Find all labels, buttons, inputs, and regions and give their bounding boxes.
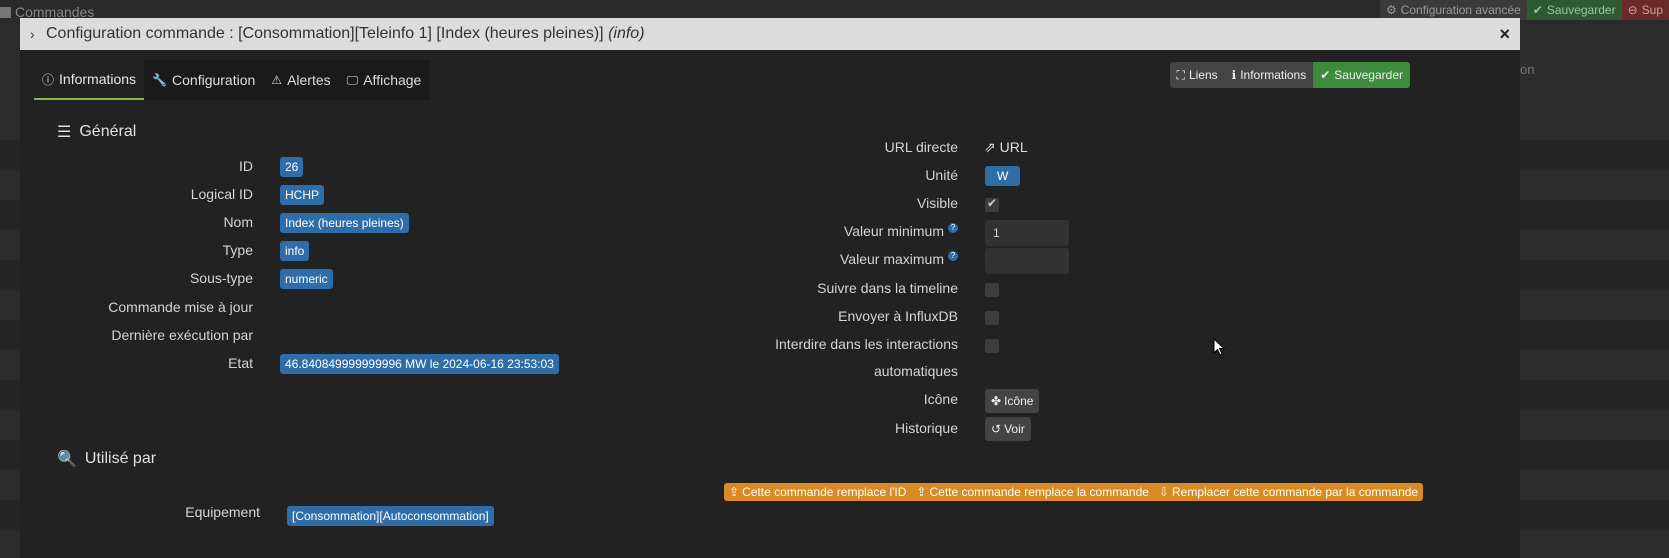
- save-button[interactable]: ✔ Sauvegarder: [1313, 62, 1410, 88]
- equipment-label: Equipement: [185, 504, 260, 520]
- type-label: Type: [222, 242, 253, 258]
- used-by-section-title: 🔍 Utilisé par: [57, 450, 157, 468]
- modal-title: Configuration commande : [Consommation][…: [46, 25, 645, 42]
- background-delete-button[interactable]: ⊖ Sup: [1621, 0, 1669, 20]
- check-circle-icon: ✔: [1532, 3, 1543, 17]
- tab-informations[interactable]: ⓘ Informations: [34, 60, 145, 100]
- tab-bar: ⓘ Informations 🔧 Configuration ⚠ Alertes 🖵 A…: [34, 60, 430, 100]
- subtype-value: numeric: [280, 269, 333, 289]
- replace-by-button[interactable]: ⇩ Remplacer cette commande par la command…: [1153, 483, 1424, 501]
- interactions-label-line1: Interdire dans les interactions: [775, 336, 958, 352]
- visible-label: Visible: [917, 195, 958, 211]
- replace-button-group: ⇪ Cette commande remplace l'ID ⇪ Cette com…: [724, 483, 1424, 501]
- type-value: info: [280, 241, 310, 261]
- url-label: URL directe: [884, 139, 958, 155]
- id-label: ID: [239, 158, 253, 174]
- upload-icon: ⇪: [916, 485, 927, 499]
- subtype-label: Sous-type: [189, 270, 253, 286]
- chevron-right-icon[interactable]: ›: [30, 26, 40, 42]
- influxdb-label: Envoyer à InfluxDB: [838, 308, 958, 324]
- replace-id-button[interactable]: ⇪ Cette commande remplace l'ID: [724, 483, 912, 501]
- external-link-icon: ⇗: [984, 139, 996, 155]
- influxdb-checkbox[interactable]: [985, 311, 999, 325]
- unit-label: Unité: [925, 167, 958, 183]
- links-button[interactable]: ⛶ Liens: [1169, 62, 1225, 88]
- tab-alertes[interactable]: ⚠ Alertes: [263, 60, 339, 100]
- timeline-checkbox[interactable]: [985, 283, 999, 297]
- background-save-button[interactable]: ✔ Sauvegarder: [1526, 0, 1622, 20]
- unit-value[interactable]: W: [985, 166, 1021, 186]
- info-circle-icon: ⓘ: [42, 72, 55, 87]
- logical-id-label: Logical ID: [190, 186, 253, 202]
- max-value-input[interactable]: [985, 248, 1069, 274]
- upload-icon: ⇪: [729, 485, 740, 499]
- url-link[interactable]: ⇗ URL: [984, 139, 1028, 156]
- logical-id-value: HCHP: [280, 185, 325, 205]
- history-icon: ↺: [991, 422, 1002, 436]
- list-alt-icon: ☰: [57, 124, 72, 141]
- close-icon[interactable]: ×: [1499, 24, 1510, 45]
- timeline-label: Suivre dans la timeline: [817, 280, 958, 296]
- history-view-button[interactable]: ↺ Voir: [985, 417, 1031, 441]
- advanced-config-button[interactable]: ⚙ Configuration avancée: [1379, 0, 1527, 20]
- min-value-label: Valeur minimum?: [660, 223, 958, 239]
- general-section-title: ☰ Général: [57, 123, 137, 141]
- min-value-input[interactable]: 1: [985, 220, 1069, 246]
- history-label: Historique: [894, 420, 958, 436]
- replace-command-button[interactable]: ⇪ Cette commande remplace la commande: [911, 483, 1154, 501]
- mouse-cursor-icon: [1213, 338, 1225, 356]
- id-value: 26: [280, 157, 304, 177]
- tab-affichage[interactable]: 🖵 Affichage: [338, 60, 430, 100]
- visible-checkbox[interactable]: [985, 196, 999, 212]
- last-execution-label: Dernière exécution par: [111, 327, 253, 343]
- state-label: Etat: [228, 355, 253, 371]
- background-column-text: on: [1520, 62, 1535, 77]
- name-value: Index (heures pleines): [280, 213, 409, 233]
- tab-configuration[interactable]: 🔧 Configuration: [144, 60, 264, 100]
- background-buttons: ⚙ Configuration avancée ✔ Sauvegarder ⊖ Sup: [1379, 0, 1669, 20]
- monitor-icon: 🖵: [346, 72, 359, 87]
- gears-icon: ⚙: [1385, 3, 1397, 17]
- max-value-label: Valeur maximum?: [660, 251, 958, 267]
- equipment-link[interactable]: [Consommation][Autoconsommation]: [287, 506, 494, 526]
- modal-header: › Configuration commande : [Consommation…: [20, 18, 1520, 50]
- search-icon: 🔍: [57, 451, 77, 468]
- check-circle-icon: ✔: [1320, 68, 1331, 82]
- icons-icon: ✤: [991, 394, 1002, 408]
- informations-button[interactable]: ℹ Informations: [1224, 62, 1314, 88]
- icon-label: Icône: [923, 391, 958, 407]
- command-config-modal: › Configuration commande : [Consommation…: [20, 18, 1520, 558]
- wrench-icon: 🔧: [152, 73, 168, 87]
- name-label: Nom: [223, 214, 253, 230]
- info-icon: ℹ: [1231, 68, 1237, 82]
- interactions-checkbox[interactable]: [985, 339, 999, 353]
- interactions-label-line2: automatiques: [873, 363, 958, 379]
- state-value: 46.840849999999996 MW le 2024-06-16 23:5…: [280, 354, 559, 374]
- icon-button[interactable]: ✤ Icône: [985, 389, 1040, 413]
- help-icon[interactable]: ?: [948, 223, 958, 233]
- warning-icon: ⚠: [271, 73, 283, 87]
- top-button-group: ⛶ Liens ℹ Informations ✔ Sauvegarder: [1169, 62, 1410, 88]
- minus-circle-icon: ⊖: [1627, 3, 1638, 17]
- help-icon[interactable]: ?: [948, 251, 958, 261]
- links-icon: ⛶: [1176, 67, 1185, 82]
- download-icon: ⇩: [1158, 485, 1169, 499]
- update-command-label: Commande mise à jour: [108, 299, 253, 315]
- list-icon: [0, 7, 11, 18]
